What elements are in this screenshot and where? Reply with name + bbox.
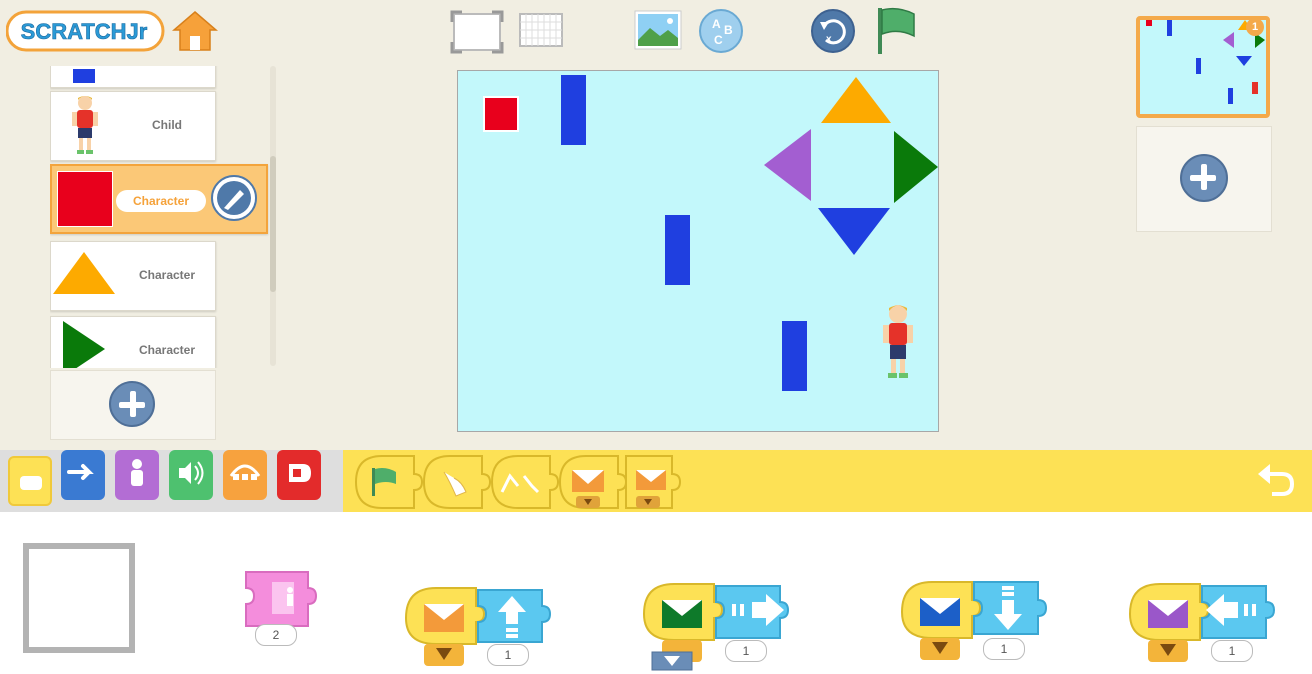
sprite-label: Character bbox=[138, 268, 196, 282]
arrow-right-icon bbox=[67, 464, 94, 480]
move-left-value[interactable]: 1 bbox=[1211, 640, 1253, 662]
abc-icon: A B C bbox=[699, 9, 743, 53]
sprite-card-blue-rect[interactable] bbox=[50, 66, 216, 88]
home-button[interactable] bbox=[171, 8, 219, 54]
home-icon bbox=[171, 11, 219, 51]
add-page-panel bbox=[1136, 126, 1272, 232]
send-message-block[interactable] bbox=[625, 455, 682, 509]
child-thumbnail bbox=[72, 96, 98, 154]
trigger-puzzle-icon bbox=[20, 476, 42, 490]
stage-canvas bbox=[483, 75, 938, 391]
page-number-badge: 1 bbox=[1246, 18, 1264, 36]
speaker-icon bbox=[179, 461, 204, 485]
sprite-list[interactable]: Child Character Character Character bbox=[50, 66, 270, 368]
start-on-tap-block[interactable] bbox=[422, 455, 492, 509]
green-flag-icon bbox=[878, 7, 915, 54]
sprite-label: Character bbox=[138, 343, 196, 357]
add-page-button[interactable] bbox=[1180, 154, 1228, 202]
blue-triangle-sprite bbox=[818, 208, 890, 255]
move-right-value[interactable]: 1 bbox=[725, 640, 767, 662]
go-to-page-block[interactable] bbox=[242, 566, 322, 632]
undo-button[interactable] bbox=[1254, 460, 1298, 500]
text-button[interactable]: A B C bbox=[698, 8, 744, 59]
start-on-message-block[interactable] bbox=[558, 455, 628, 509]
green-triangle-thumbnail bbox=[63, 321, 105, 368]
red-square-sprite bbox=[483, 96, 519, 132]
blue-rect-sprite-top bbox=[561, 75, 586, 145]
sprite-card-orange-triangle[interactable]: Character bbox=[50, 241, 216, 311]
category-control[interactable] bbox=[223, 450, 267, 500]
green-flag-button[interactable] bbox=[874, 6, 920, 61]
grid-button[interactable] bbox=[518, 12, 564, 53]
category-sound[interactable] bbox=[169, 450, 213, 500]
logo-text: SCRATCHJr bbox=[21, 19, 148, 44]
green-triangle-sprite bbox=[894, 131, 938, 203]
fullscreen-icon bbox=[450, 10, 504, 54]
reset-button[interactable]: x bbox=[810, 8, 856, 59]
orange-triangle-sprite bbox=[821, 77, 891, 123]
svg-text:B: B bbox=[724, 23, 733, 37]
empty-page-frame bbox=[23, 543, 135, 653]
scratchjr-logo[interactable]: SCRATCHJr bbox=[5, 10, 166, 52]
palette-blocks bbox=[354, 455, 682, 509]
sprite-label: Child bbox=[152, 118, 182, 132]
category-looks[interactable] bbox=[115, 450, 159, 500]
category-triggering[interactable] bbox=[8, 456, 52, 506]
sprite-card-green-triangle[interactable]: Character bbox=[50, 316, 216, 368]
reset-icon: x bbox=[811, 9, 855, 53]
red-square-thumbnail bbox=[57, 171, 113, 227]
start-on-green-flag-block[interactable] bbox=[354, 455, 424, 509]
script-green-right[interactable] bbox=[640, 580, 792, 672]
fullscreen-button[interactable] bbox=[450, 10, 504, 59]
svg-text:x: x bbox=[826, 34, 832, 45]
repeat-icon bbox=[229, 464, 261, 480]
script-orange-up[interactable] bbox=[402, 584, 554, 668]
move-down-value[interactable]: 1 bbox=[983, 638, 1025, 660]
stage[interactable] bbox=[457, 70, 939, 432]
go-to-page-value[interactable]: 2 bbox=[255, 624, 297, 646]
end-block-icon bbox=[289, 464, 311, 482]
category-end[interactable] bbox=[277, 450, 321, 500]
sprite-card-red-square-selected[interactable]: Character bbox=[50, 164, 268, 234]
blue-rect-sprite-middle bbox=[665, 215, 690, 285]
background-image-icon bbox=[634, 10, 682, 50]
sprite-list-scroll-thumb[interactable] bbox=[270, 156, 276, 292]
page-preview bbox=[1146, 20, 1265, 104]
move-up-value[interactable]: 1 bbox=[487, 644, 529, 666]
svg-text:C: C bbox=[714, 33, 723, 47]
child-sprite bbox=[883, 305, 913, 378]
start-on-bump-block[interactable] bbox=[490, 455, 560, 509]
script-purple-left[interactable] bbox=[1126, 580, 1278, 666]
purple-triangle-sprite bbox=[764, 129, 811, 201]
svg-text:A: A bbox=[712, 17, 721, 31]
page-thumbnail-1[interactable]: 1 bbox=[1136, 16, 1270, 118]
add-sprite-button[interactable] bbox=[109, 381, 155, 427]
paint-editor-button[interactable] bbox=[210, 174, 258, 222]
orange-triangle-thumbnail bbox=[53, 252, 115, 294]
sprite-name-field[interactable]: Character bbox=[116, 190, 206, 212]
script-blue-down[interactable] bbox=[898, 578, 1050, 662]
blue-rect-thumbnail bbox=[73, 69, 95, 83]
blue-rect-sprite-bottom bbox=[782, 321, 807, 391]
undo-icon bbox=[1258, 464, 1270, 484]
person-icon bbox=[131, 459, 143, 486]
sprite-card-child[interactable]: Child bbox=[50, 91, 216, 161]
category-motion[interactable] bbox=[61, 450, 105, 500]
background-button[interactable] bbox=[634, 10, 682, 55]
add-sprite-panel bbox=[50, 370, 216, 440]
grid-icon bbox=[519, 13, 563, 47]
